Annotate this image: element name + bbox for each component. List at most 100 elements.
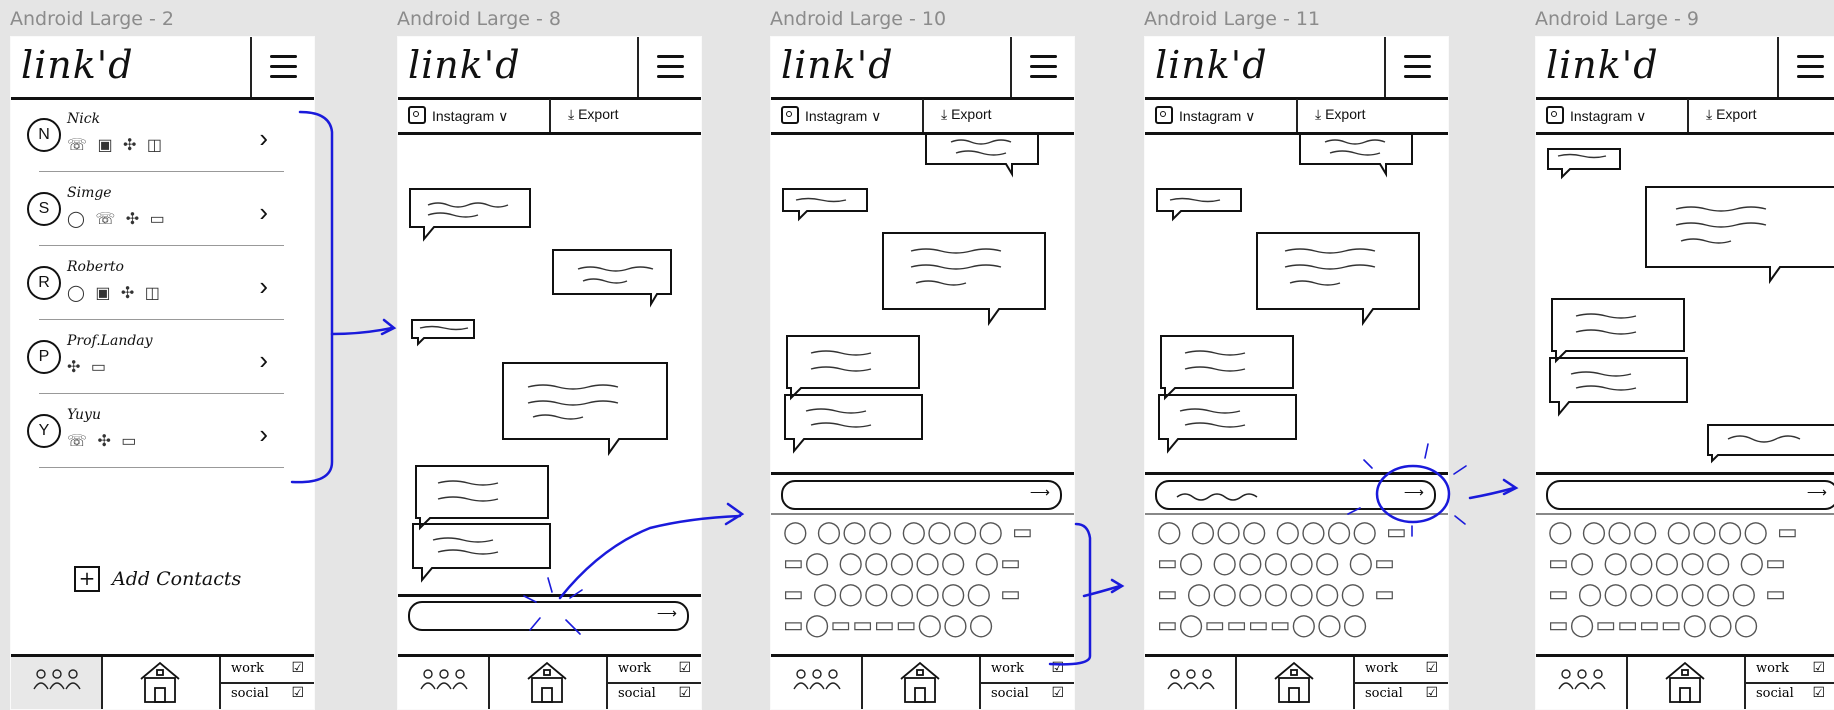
send-arrow-icon[interactable]: ⟶ bbox=[1030, 484, 1050, 501]
keyboard-divider bbox=[1145, 513, 1448, 515]
add-contacts-button[interactable]: + Add Contacts bbox=[74, 566, 241, 592]
social-label: social bbox=[1756, 686, 1794, 701]
chevron-right-icon[interactable]: › bbox=[259, 197, 268, 228]
contact-platform-icons: ☏ ✣ ▭ bbox=[67, 433, 140, 450]
people-icon bbox=[793, 669, 841, 690]
export-button[interactable]: ⤓ Export bbox=[1315, 106, 1366, 123]
source-selector[interactable]: Instagram ∨ bbox=[1155, 106, 1255, 125]
app-logo: link'd bbox=[21, 43, 134, 87]
people-tab[interactable] bbox=[1145, 657, 1237, 709]
home-icon bbox=[1665, 661, 1705, 703]
frame-chat: link'd Instagram ∨ ⤓ Export ⟶ work ☑ soc… bbox=[397, 36, 702, 710]
home-tab[interactable] bbox=[101, 657, 221, 709]
frame-label-2: Android Large - 8 bbox=[397, 8, 561, 30]
chevron-right-icon[interactable]: › bbox=[259, 345, 268, 376]
plus-icon: + bbox=[74, 566, 100, 592]
social-label: social bbox=[1365, 686, 1403, 701]
contact-row[interactable]: P Prof.Landay ✣ ▭ › bbox=[27, 327, 284, 394]
work-label: work bbox=[1756, 661, 1790, 676]
export-button[interactable]: ⤓ Export bbox=[568, 106, 619, 123]
home-tab[interactable] bbox=[488, 657, 608, 709]
frame-chat-keyboard: link'd Instagram ∨ ⤓ Export ⟶ ◯ ◯◯◯ ◯◯◯◯… bbox=[770, 36, 1075, 710]
export-label: Export bbox=[578, 106, 619, 122]
avatar: R bbox=[27, 266, 61, 300]
social-label: social bbox=[991, 686, 1029, 701]
checkbox-icon: ☑ bbox=[1812, 659, 1825, 675]
checkbox-icon: ☑ bbox=[1425, 684, 1438, 700]
app-header: link'd bbox=[771, 37, 1074, 100]
source-selector[interactable]: Instagram ∨ bbox=[1546, 106, 1646, 125]
instagram-icon bbox=[408, 106, 426, 124]
hamburger-menu-icon[interactable] bbox=[250, 37, 314, 97]
app-logo: link'd bbox=[1155, 43, 1268, 87]
message-bubble bbox=[1156, 188, 1242, 222]
hamburger-menu-icon[interactable] bbox=[1010, 37, 1074, 97]
source-selector-label: Instagram bbox=[1570, 108, 1633, 124]
composer-divider bbox=[771, 472, 1074, 475]
add-contacts-label: Add Contacts bbox=[112, 568, 242, 590]
hamburger-menu-icon[interactable] bbox=[637, 37, 701, 97]
work-toggle[interactable]: work ☑ bbox=[606, 657, 701, 684]
message-bubble bbox=[1160, 335, 1294, 401]
contact-row[interactable]: N Nick ☏ ▣ ✣ ◫ › bbox=[27, 105, 284, 172]
work-label: work bbox=[618, 661, 652, 676]
work-toggle[interactable]: work ☑ bbox=[979, 657, 1074, 684]
checkbox-icon: ☑ bbox=[1051, 659, 1064, 675]
app-header: link'd bbox=[11, 37, 314, 100]
contact-row[interactable]: S Simge ◯ ☏ ✣ ▭ › bbox=[27, 179, 284, 246]
social-toggle[interactable]: social ☑ bbox=[606, 682, 701, 709]
work-toggle[interactable]: work ☑ bbox=[1744, 657, 1834, 684]
hamburger-menu-icon[interactable] bbox=[1384, 37, 1448, 97]
contact-platform-icons: ✣ ▭ bbox=[67, 359, 109, 376]
message-bubble bbox=[882, 232, 1046, 327]
work-label: work bbox=[1365, 661, 1399, 676]
people-tab[interactable] bbox=[398, 657, 490, 709]
message-input[interactable]: ⟶ bbox=[781, 480, 1062, 510]
app-logo: link'd bbox=[781, 43, 894, 87]
message-input[interactable]: ⟶ bbox=[1155, 480, 1436, 510]
keyboard-sketch: ◯ ◯◯◯ ◯◯◯◯ ▭ ▭◯ ◯◯◯◯◯ ◯▭ ▭ ◯◯◯◯◯◯◯ ▭ ▭◯▭▭▭▭… bbox=[783, 520, 1034, 638]
people-tab[interactable] bbox=[771, 657, 863, 709]
send-arrow-icon[interactable]: ⟶ bbox=[657, 605, 677, 622]
source-selector[interactable]: Instagram ∨ bbox=[781, 106, 881, 125]
export-button[interactable]: ⤓ Export bbox=[1706, 106, 1757, 123]
flow-arrow-annotation bbox=[1082, 584, 1122, 598]
send-arrow-icon[interactable]: ⟶ bbox=[1404, 484, 1424, 501]
instagram-icon bbox=[1155, 106, 1173, 124]
message-bubble bbox=[552, 249, 672, 308]
social-toggle[interactable]: social ☑ bbox=[979, 682, 1074, 709]
social-toggle[interactable]: social ☑ bbox=[1744, 682, 1834, 709]
home-tab[interactable] bbox=[861, 657, 981, 709]
checkbox-icon: ☑ bbox=[291, 684, 304, 700]
people-tab[interactable] bbox=[11, 657, 103, 709]
people-icon bbox=[33, 669, 81, 690]
typed-text-scribble bbox=[1176, 493, 1258, 501]
home-icon bbox=[527, 661, 567, 703]
message-bubble bbox=[1547, 148, 1621, 180]
send-arrow-icon[interactable]: ⟶ bbox=[1807, 484, 1827, 501]
contact-row[interactable]: R Roberto ◯ ▣ ✣ ◫ › bbox=[27, 253, 284, 320]
chevron-right-icon[interactable]: › bbox=[259, 419, 268, 450]
message-bubble bbox=[409, 188, 531, 242]
source-selector[interactable]: Instagram ∨ bbox=[408, 106, 508, 125]
export-button[interactable]: ⤓ Export bbox=[941, 106, 992, 123]
message-input[interactable]: ⟶ bbox=[408, 601, 689, 631]
chevron-right-icon[interactable]: › bbox=[259, 271, 268, 302]
checkbox-icon: ☑ bbox=[1051, 684, 1064, 700]
hamburger-menu-icon[interactable] bbox=[1777, 37, 1834, 97]
work-label: work bbox=[231, 661, 265, 676]
home-tab[interactable] bbox=[1235, 657, 1355, 709]
work-toggle[interactable]: work ☑ bbox=[219, 657, 314, 684]
work-toggle[interactable]: work ☑ bbox=[1353, 657, 1448, 684]
home-tab[interactable] bbox=[1626, 657, 1746, 709]
message-input[interactable]: ⟶ bbox=[1546, 480, 1834, 510]
chevron-right-icon[interactable]: › bbox=[259, 123, 268, 154]
social-toggle[interactable]: social ☑ bbox=[1353, 682, 1448, 709]
avatar: Y bbox=[27, 414, 61, 448]
avatar: N bbox=[27, 118, 61, 152]
source-selector-label: Instagram bbox=[805, 108, 868, 124]
contact-row[interactable]: Y Yuyu ☏ ✣ ▭ › bbox=[27, 401, 284, 468]
people-tab[interactable] bbox=[1536, 657, 1628, 709]
social-toggle[interactable]: social ☑ bbox=[219, 682, 314, 709]
frame-chat-typed: link'd Instagram ∨ ⤓ Export ⟶ ◯ ◯◯◯ ◯◯◯◯… bbox=[1144, 36, 1449, 710]
